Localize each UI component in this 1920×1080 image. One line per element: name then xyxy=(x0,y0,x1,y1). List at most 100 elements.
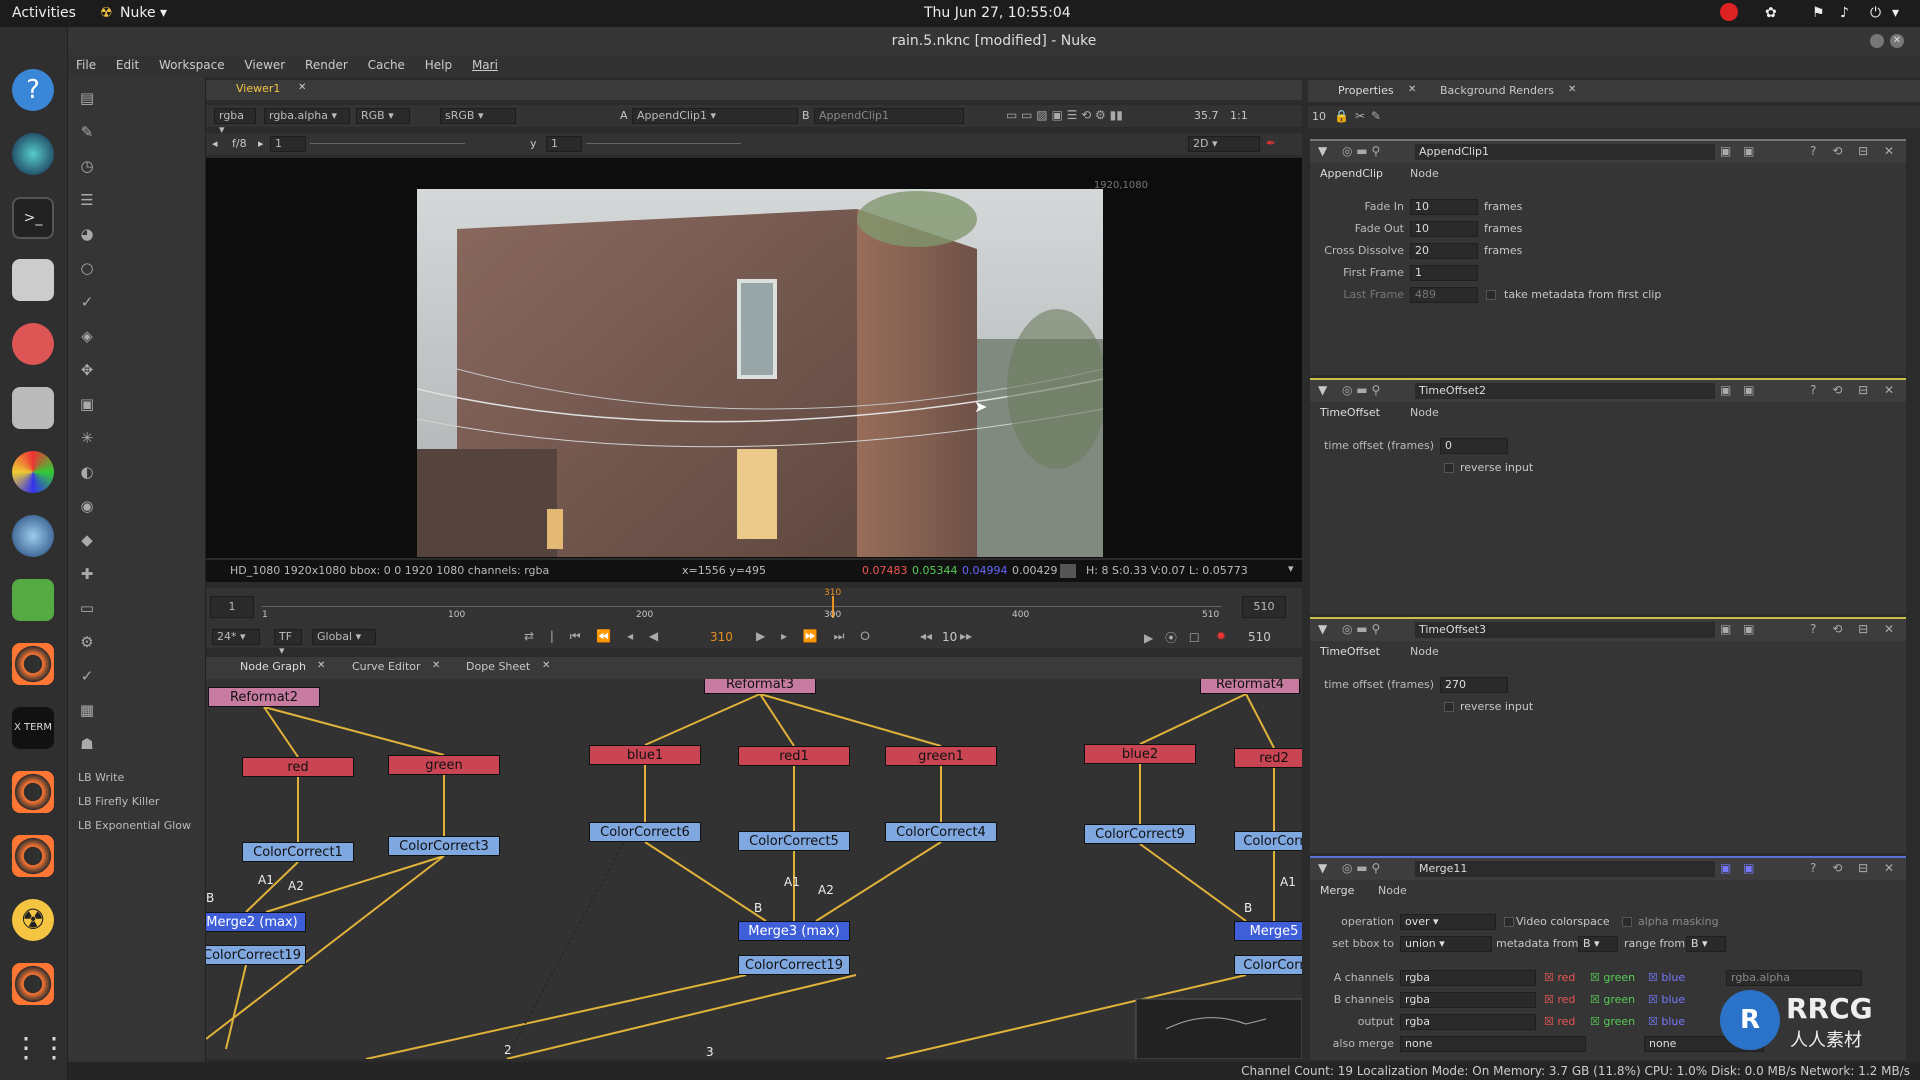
panel-window-icons[interactable]: ? ⟲ ⊟ ✕ xyxy=(1810,383,1900,397)
zoom-value[interactable]: 35.7 xyxy=(1194,109,1219,122)
houdini-icon-3[interactable] xyxy=(12,835,54,877)
menu-viewer[interactable]: Viewer xyxy=(236,55,293,75)
panel-window-icons[interactable]: ? ⟲ ⊟ ✕ xyxy=(1810,861,1900,875)
toolsets-icon[interactable]: ✚ xyxy=(78,565,96,583)
node-colorcorrect_r[interactable]: ColorCorr xyxy=(1234,831,1302,851)
panel-color-icons[interactable]: ▣ ▣ xyxy=(1720,622,1759,636)
tab-appendclip[interactable]: AppendClip xyxy=(1320,167,1383,180)
tab-node-graph[interactable]: Node Graph xyxy=(240,660,306,673)
system-menu-chevron-icon[interactable]: ▾ xyxy=(1892,5,1899,21)
tab-merge[interactable]: Merge xyxy=(1320,884,1354,897)
panel-color-icons[interactable]: ▣ ▣ xyxy=(1720,383,1759,397)
settings-tray-icon[interactable]: ✿ xyxy=(1765,5,1777,21)
time-offset-field[interactable]: 0 xyxy=(1440,438,1508,454)
output-select[interactable]: rgba xyxy=(1400,1014,1536,1030)
next-fstop-icon[interactable]: ▸ xyxy=(258,137,264,150)
node-reformat3[interactable]: Reformat3 xyxy=(704,679,816,694)
image-tools-icon[interactable]: ▤ xyxy=(78,89,96,107)
node-colorcorrect4[interactable]: ColorCorrect4 xyxy=(885,822,997,842)
tab-node[interactable]: Node xyxy=(1378,884,1407,897)
node-colorcorrect19[interactable]: ColorCorrect19 xyxy=(738,955,850,975)
tab-curve-editor[interactable]: Curve Editor xyxy=(352,660,421,673)
render-icon[interactable]: ✹ xyxy=(1216,629,1226,643)
node-blue1[interactable]: blue1 xyxy=(589,745,701,765)
a-green-checkbox[interactable]: ☒ green xyxy=(1590,970,1635,986)
merge-icon[interactable]: ◈ xyxy=(78,327,96,345)
node-reformat4[interactable]: Reformat4 xyxy=(1200,679,1300,694)
metadata-icon[interactable]: ◆ xyxy=(78,531,96,549)
out-green-checkbox[interactable]: ☒ green xyxy=(1590,1014,1635,1030)
node-name-field[interactable]: AppendClip1 xyxy=(1415,144,1715,160)
tab-background-renders[interactable]: Background Renders xyxy=(1440,84,1554,97)
views-icon[interactable]: ◉ xyxy=(78,497,96,515)
tab-properties[interactable]: Properties xyxy=(1338,84,1394,97)
collapse-icon[interactable]: ▼ xyxy=(1318,383,1327,397)
other-icon[interactable]: ▭ xyxy=(78,599,96,617)
node-green[interactable]: green xyxy=(388,755,500,775)
disc-utility-icon[interactable] xyxy=(12,579,54,621)
node-reformat2[interactable]: Reformat2 xyxy=(208,687,320,707)
a-channels-select[interactable]: rgba xyxy=(1400,970,1536,986)
color-icon[interactable]: ◕ xyxy=(78,225,96,243)
timecode-select[interactable]: TF ▾ xyxy=(274,629,302,657)
blender-swirl-icon[interactable] xyxy=(12,515,54,557)
reverse-input-checkbox[interactable] xyxy=(1444,702,1454,712)
reverse-input-checkbox[interactable] xyxy=(1444,463,1454,473)
close-background-renders-tab-icon[interactable]: ✕ xyxy=(1568,84,1576,95)
menu-render[interactable]: Render xyxy=(297,55,356,75)
fade-out-field[interactable]: 10 xyxy=(1410,221,1478,237)
gamma-slider[interactable] xyxy=(586,143,741,144)
a-red-checkbox[interactable]: ☒ red xyxy=(1544,970,1575,986)
node-colorcorr_r2[interactable]: ColorCorr xyxy=(1234,955,1302,975)
gain-field[interactable]: 1 xyxy=(270,136,306,152)
view-mode-select[interactable]: 2D ▾ xyxy=(1188,136,1260,152)
gamma-field[interactable]: 1 xyxy=(546,136,582,152)
volume-icon[interactable]: ♪ xyxy=(1840,5,1849,21)
close-node-graph-tab-icon[interactable]: ✕ xyxy=(317,660,325,671)
nuke-icon[interactable]: ☢ xyxy=(12,899,54,941)
collapse-icon[interactable]: ▼ xyxy=(1318,861,1327,875)
a-extra-select[interactable]: rgba.alpha xyxy=(1726,970,1862,986)
tab-timeoffset[interactable]: TimeOffset xyxy=(1320,645,1380,658)
display-select[interactable]: RGB ▾ xyxy=(356,108,410,124)
menu-mari[interactable]: Mari xyxy=(464,55,506,75)
node-colorcorrect1[interactable]: ColorCorrect1 xyxy=(242,842,354,862)
toolbar-item-lb-write[interactable]: LB Write xyxy=(78,771,124,784)
node-colorcorrect9[interactable]: ColorCorrect9 xyxy=(1084,824,1196,844)
file-manager-icon[interactable] xyxy=(12,259,54,301)
time-offset-field[interactable]: 270 xyxy=(1440,677,1508,693)
time-icon[interactable]: ◷ xyxy=(78,157,96,175)
tab-node[interactable]: Node xyxy=(1410,645,1439,658)
tab-viewer1[interactable]: Viewer1 xyxy=(236,82,280,95)
skull-icon[interactable]: ☗ xyxy=(78,735,96,753)
lut-select[interactable]: sRGB ▾ xyxy=(440,108,516,124)
timeline-end-field[interactable]: 510 xyxy=(1242,596,1286,618)
tab-dope-sheet[interactable]: Dope Sheet xyxy=(466,660,530,673)
keyer-icon[interactable]: ✓ xyxy=(78,293,96,311)
out-red-checkbox[interactable]: ☒ red xyxy=(1544,1014,1575,1030)
help-icon[interactable]: ? xyxy=(12,69,54,111)
node-merge5[interactable]: Merge5 xyxy=(1234,921,1302,941)
lock-clear-icons[interactable]: 🔒✂✎ xyxy=(1334,109,1387,123)
node-icons[interactable]: ◎ ▬ ⚲ xyxy=(1342,861,1380,875)
transform-icon[interactable]: ✥ xyxy=(78,361,96,379)
houdini-icon-4[interactable] xyxy=(12,963,54,1005)
info-bar-menu-icon[interactable]: ▾ xyxy=(1288,562,1294,575)
deep-icon[interactable]: ◐ xyxy=(78,463,96,481)
b-green-checkbox[interactable]: ☒ green xyxy=(1590,992,1635,1008)
step-back-icon[interactable]: ◂◂ xyxy=(920,629,932,643)
bbox-select[interactable]: union ▾ xyxy=(1400,936,1492,952)
gizmo-icon[interactable]: ▦ xyxy=(78,701,96,719)
close-curve-editor-tab-icon[interactable]: ✕ xyxy=(432,660,440,671)
panel-window-icons[interactable]: ? ⟲ ⊟ ✕ xyxy=(1810,622,1900,636)
app-menu-button[interactable]: Nuke ▾ xyxy=(120,5,167,21)
viewer-tool-icons[interactable]: ▭ ▭ ▨ ▣ ☰ ⟲ ⚙ ▮▮ xyxy=(1006,108,1123,122)
node-colorcorrect6[interactable]: ColorCorrect6 xyxy=(589,822,701,842)
panel-color-icons[interactable]: ▣ ▣ xyxy=(1720,861,1759,875)
node-name-field[interactable]: TimeOffset3 xyxy=(1415,622,1715,638)
cross-dissolve-field[interactable]: 20 xyxy=(1410,243,1478,259)
network-icon[interactable]: ⚑ xyxy=(1812,5,1825,21)
draw-icon[interactable]: ✎ xyxy=(78,123,96,141)
panel-window-icons[interactable]: ? ⟲ ⊟ ✕ xyxy=(1810,144,1900,158)
channels-select[interactable]: rgba ▾ xyxy=(214,108,256,136)
